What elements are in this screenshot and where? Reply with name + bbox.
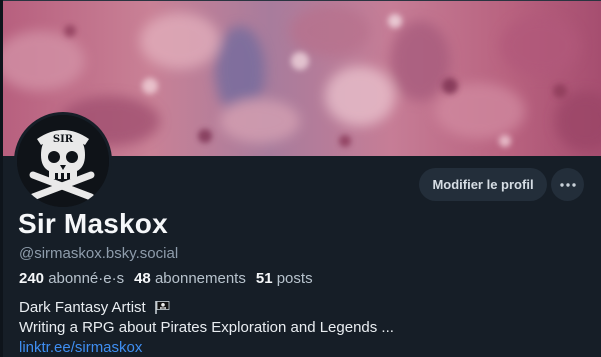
handle: @sirmaskox.bsky.social (19, 245, 179, 262)
followers-count: 240 (19, 270, 45, 287)
following-stat[interactable]: 48 abonnements (134, 270, 246, 287)
profile-link[interactable]: linktr.ee/sirmaskox (19, 339, 142, 356)
posts-label: posts (276, 270, 313, 287)
pirate-flag-icon (154, 300, 170, 315)
skull-crossbones-logo: SIR (17, 115, 109, 207)
profile-stats: 240 abonné·e·s 48 abonnements 51 posts (19, 270, 323, 287)
bio-text-1: Dark Fantasy Artist (19, 299, 146, 316)
avatar[interactable]: SIR (14, 112, 112, 210)
posts-stat: 51 posts (256, 270, 313, 287)
svg-text:SIR: SIR (53, 134, 74, 145)
bio-line-2: Writing a RPG about Pirates Exploration … (19, 319, 394, 336)
edit-profile-button[interactable]: Modifier le profil (419, 168, 547, 201)
followers-stat[interactable]: 240 abonné·e·s (19, 270, 124, 287)
posts-count: 51 (255, 270, 273, 287)
bio-line-1: Dark Fantasy Artist (19, 299, 170, 316)
display-name: Sir Maskox (18, 208, 168, 239)
followers-label: abonné·e·s (48, 270, 125, 287)
left-border (0, 0, 3, 357)
more-options-button[interactable] (551, 168, 584, 201)
following-count: 48 (134, 270, 151, 287)
ellipsis-icon (559, 182, 576, 187)
following-label: abonnements (154, 270, 246, 287)
